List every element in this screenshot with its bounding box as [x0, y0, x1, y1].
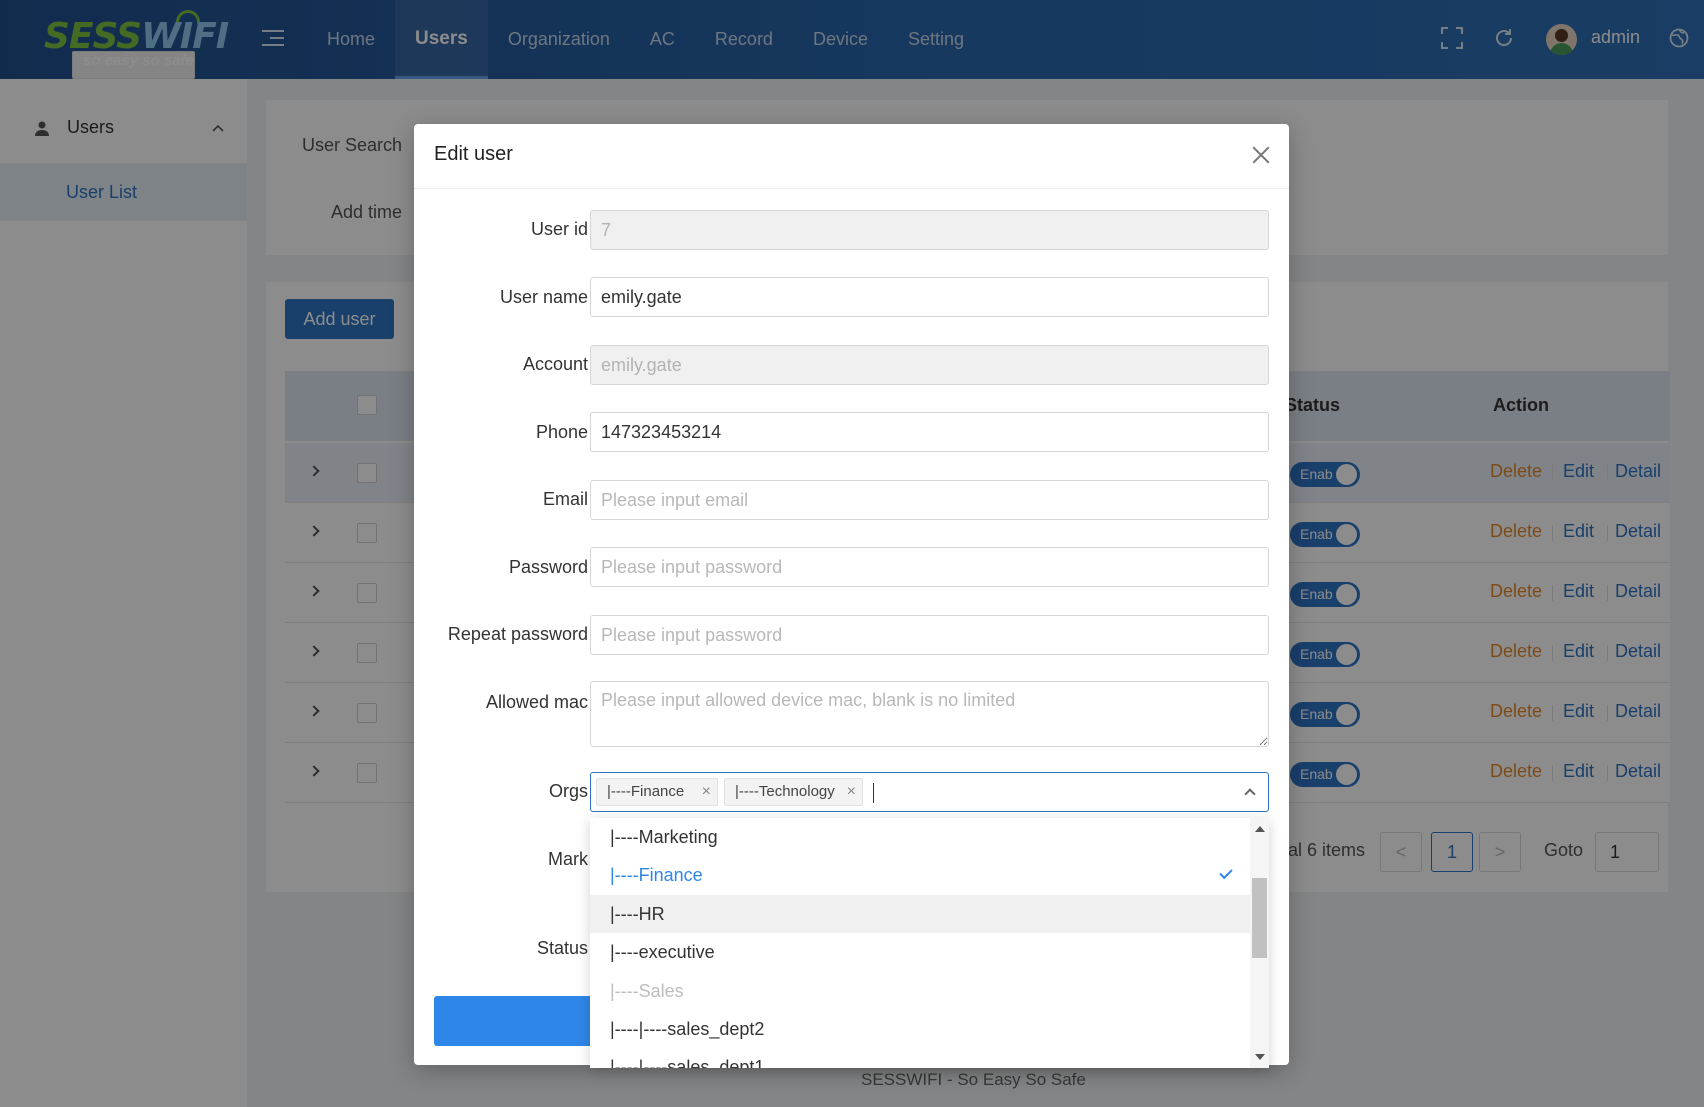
phone-label: Phone — [535, 422, 588, 442]
email-label: Email — [542, 489, 588, 509]
account-field — [590, 345, 1269, 385]
scrollbar-thumb[interactable] — [1252, 878, 1267, 958]
dropdown-option[interactable]: |----HR — [590, 895, 1250, 933]
status-label: Status — [536, 938, 588, 958]
remove-tag-icon[interactable]: × — [702, 779, 711, 805]
user-id-label: User id — [530, 219, 588, 239]
scroll-down-arrow-icon[interactable] — [1255, 1054, 1265, 1060]
password-field[interactable] — [590, 547, 1269, 587]
dropdown-option[interactable]: |----|----sales_dept2 — [590, 1010, 1250, 1048]
chevron-up-icon[interactable] — [1244, 788, 1256, 800]
mark-label: Mark — [548, 849, 588, 869]
email-field[interactable] — [590, 480, 1269, 520]
org-tag-technology: |----Technology × — [724, 778, 863, 806]
scroll-up-arrow-icon[interactable] — [1255, 826, 1265, 832]
dropdown-option[interactable]: |----|----sales_dept1 — [590, 1048, 1250, 1068]
check-icon — [1219, 865, 1233, 880]
dropdown-scrollbar[interactable] — [1250, 818, 1269, 1068]
account-label: Account — [522, 354, 588, 374]
submit-button[interactable] — [434, 996, 604, 1046]
dropdown-option[interactable]: |----executive — [590, 933, 1250, 971]
phone-field[interactable] — [590, 412, 1269, 452]
allowed-mac-field[interactable] — [590, 681, 1269, 747]
allowed-mac-label: Allowed mac — [485, 692, 588, 712]
password-label: Password — [508, 557, 588, 577]
user-name-field[interactable] — [590, 277, 1269, 317]
close-icon[interactable] — [1251, 145, 1271, 165]
dropdown-option[interactable]: |----Marketing — [590, 818, 1250, 856]
orgs-dropdown: |----Marketing |----Finance |----HR |---… — [590, 818, 1269, 1068]
user-id-field — [590, 210, 1269, 250]
dropdown-option-selected[interactable]: |----Finance — [590, 856, 1250, 894]
repeat-password-label: Repeat password — [447, 624, 588, 644]
user-name-label: User name — [499, 287, 588, 307]
modal-title: Edit user — [434, 143, 513, 165]
orgs-multiselect[interactable]: |----Finance × |----Technology × — [590, 772, 1269, 812]
org-tag-finance: |----Finance × — [596, 778, 718, 806]
repeat-password-field[interactable] — [590, 615, 1269, 655]
orgs-label: Orgs — [548, 781, 588, 801]
dropdown-option-disabled: |----Sales — [610, 981, 684, 1001]
text-cursor — [873, 783, 874, 803]
remove-tag-icon[interactable]: × — [847, 779, 856, 805]
